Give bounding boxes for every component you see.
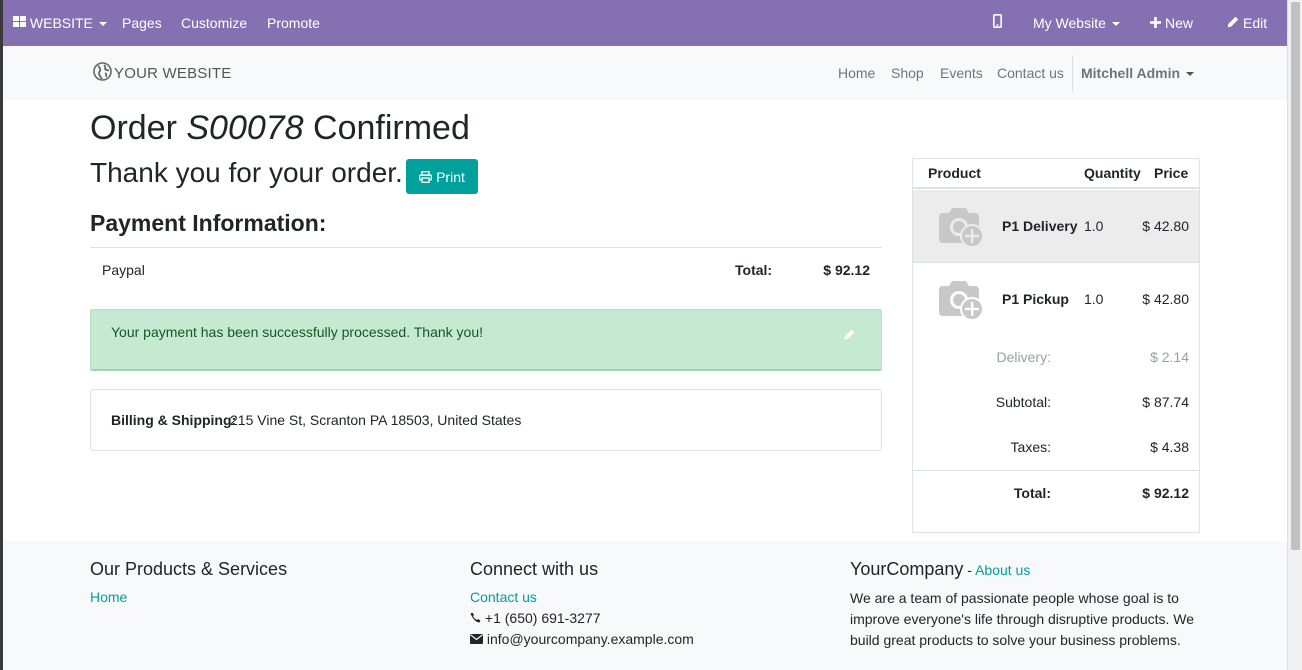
nav-contact-us[interactable]: Contact us: [997, 46, 1064, 100]
item-name[interactable]: P1 Pickup: [1002, 291, 1069, 307]
phone-icon: [470, 610, 481, 626]
nav-events[interactable]: Events: [940, 46, 983, 100]
nav-home[interactable]: Home: [838, 46, 875, 100]
site-logo[interactable]: YOUR WEBSITE: [93, 61, 232, 85]
order-reference: S00078: [186, 109, 304, 147]
column-quantity: Quantity: [1084, 165, 1141, 181]
user-menu[interactable]: Mitchell Admin: [1081, 46, 1195, 100]
pencil-icon: [1227, 0, 1239, 46]
edit-label: Edit: [1243, 15, 1268, 31]
my-website-label: My Website: [1033, 15, 1106, 31]
subtotal-label: Subtotal:: [995, 394, 1051, 410]
payment-total-label: Total:: [735, 262, 773, 278]
new-content-button[interactable]: New: [1150, 0, 1193, 46]
nav-divider: [1072, 55, 1073, 91]
footer-home-link[interactable]: Home: [90, 589, 127, 605]
billing-address: 215 Vine St, Scranton PA 18503, United S…: [230, 412, 522, 428]
chevron-down-icon: [1111, 22, 1120, 27]
cart-header: Product Quantity Price: [913, 159, 1199, 189]
connect-heading: Connect with us: [470, 559, 599, 579]
payment-row: Paypal Total: $ 92.12: [90, 247, 882, 293]
delivery-label: Delivery:: [996, 349, 1051, 365]
envelope-icon: [470, 631, 483, 647]
website-menu[interactable]: WEBSITE: [13, 0, 107, 46]
delivery-value: $ 2.14: [1150, 349, 1189, 365]
page-scrollbar[interactable]: [1287, 0, 1302, 670]
pencil-icon[interactable]: [844, 327, 855, 343]
browser-page: WEBSITE Pages Customize Promote My Websi…: [3, 0, 1287, 670]
mobile-preview-button[interactable]: [993, 0, 1003, 46]
my-website-menu[interactable]: My Website: [1033, 0, 1120, 46]
logo-text: YOUR WEBSITE: [114, 64, 232, 82]
page-title: Order S00078 Confirmed: [90, 109, 470, 148]
nav-shop[interactable]: Shop: [891, 46, 924, 100]
phone-line: +1 (650) 691-3277: [470, 610, 600, 626]
column-product: Product: [928, 165, 981, 181]
payment-total-value: $ 92.12: [823, 262, 870, 278]
website-menu-label: WEBSITE: [29, 15, 93, 31]
print-button[interactable]: Print: [406, 159, 478, 194]
user-name: Mitchell Admin: [1081, 65, 1181, 81]
thank-you-heading: Thank you for your order.: [90, 157, 403, 188]
email-line: info@yourcompany.example.com: [470, 631, 694, 647]
payment-method: Paypal: [102, 262, 145, 278]
chevron-down-icon: [1186, 72, 1195, 77]
scrollbar-thumb[interactable]: [1291, 2, 1300, 550]
phone-number: +1 (650) 691-3277: [484, 610, 601, 626]
product-image-placeholder-icon: [935, 278, 987, 325]
total-divider: [913, 470, 1199, 471]
cart-line-item: P1 Pickup 1.0 $ 42.80: [913, 263, 1199, 336]
about-text: We are a team of passionate people whose…: [850, 590, 1195, 648]
mobile-phone-icon: [993, 0, 1003, 46]
company-separator: -: [963, 562, 976, 578]
site-header: YOUR WEBSITE Home Shop Events Contact us…: [3, 46, 1287, 100]
globe-icon: [93, 61, 112, 85]
billing-shipping-box: Billing & Shipping: 215 Vine St, Scranto…: [90, 389, 882, 451]
about-us-link[interactable]: About us: [975, 562, 1030, 578]
payment-information-heading: Payment Information:: [90, 210, 327, 236]
title-suffix: Confirmed: [303, 109, 470, 147]
print-label: Print: [436, 168, 465, 185]
new-label: New: [1165, 15, 1194, 31]
pages-menu[interactable]: Pages: [122, 0, 162, 46]
order-confirmation: Order S00078 Confirmed Thank you for you…: [3, 100, 1287, 541]
promote-menu[interactable]: Promote: [267, 0, 320, 46]
title-prefix: Order: [90, 109, 187, 147]
site-footer: Our Products & Services Home Connect wit…: [3, 541, 1287, 670]
chevron-down-icon: [98, 22, 107, 27]
email-address[interactable]: info@yourcompany.example.com: [487, 631, 694, 647]
product-image-placeholder-icon: [935, 205, 987, 252]
products-services-heading: Our Products & Services: [90, 559, 288, 579]
item-price: $ 42.80: [1142, 218, 1189, 234]
item-quantity: 1.0: [1084, 291, 1104, 307]
item-price: $ 42.80: [1142, 291, 1189, 307]
cart-total-value: $ 92.12: [1142, 485, 1189, 501]
column-price: Price: [1154, 165, 1189, 181]
customize-menu[interactable]: Customize: [181, 0, 247, 46]
cart-summary: Product Quantity Price P1 Delivery 1.0 $…: [912, 158, 1200, 533]
cart-total-label: Total:: [1013, 485, 1051, 501]
apps-grid-icon: [13, 0, 26, 46]
company-heading: YourCompany - About us: [850, 559, 1030, 580]
plus-icon: [1150, 0, 1161, 46]
footer-contact-link[interactable]: Contact us: [470, 589, 537, 605]
billing-label: Billing & Shipping:: [111, 412, 237, 428]
printer-icon: [419, 170, 433, 183]
taxes-value: $ 4.38: [1150, 439, 1189, 455]
payment-success-alert: Your payment has been successfully proce…: [90, 309, 882, 371]
success-message: Your payment has been successfully proce…: [111, 324, 483, 340]
item-quantity: 1.0: [1084, 218, 1104, 234]
item-name[interactable]: P1 Delivery: [1002, 218, 1078, 234]
website-admin-bar: WEBSITE Pages Customize Promote My Websi…: [3, 0, 1287, 46]
taxes-label: Taxes:: [1010, 439, 1051, 455]
company-name: YourCompany: [850, 559, 964, 579]
subtotal-value: $ 87.74: [1142, 394, 1189, 410]
edit-button[interactable]: Edit: [1227, 0, 1267, 46]
cart-line-item: P1 Delivery 1.0 $ 42.80: [913, 190, 1199, 263]
